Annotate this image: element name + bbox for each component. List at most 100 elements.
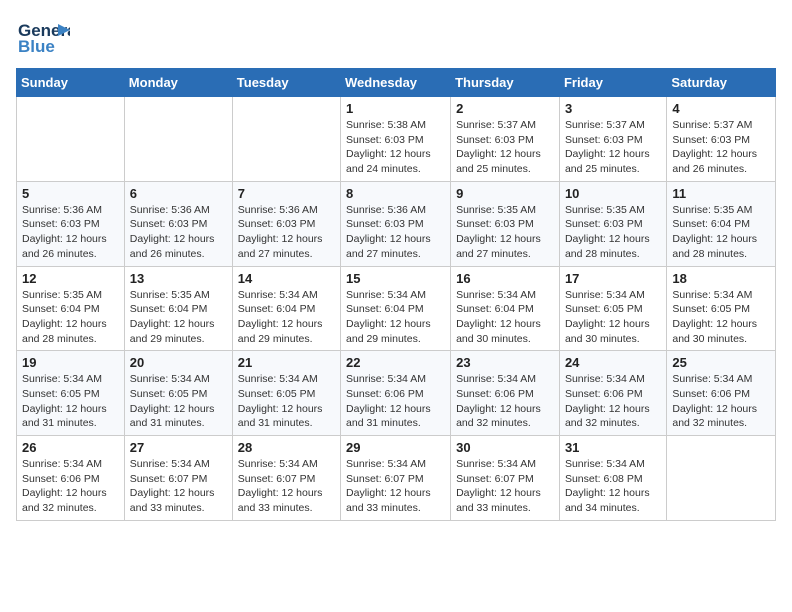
calendar-cell: 15 Sunrise: 5:34 AM Sunset: 6:04 PM Dayli… [341, 266, 451, 351]
day-number: 23 [456, 355, 554, 370]
calendar-cell: 14 Sunrise: 5:34 AM Sunset: 6:04 PM Dayli… [232, 266, 340, 351]
calendar-cell: 20 Sunrise: 5:34 AM Sunset: 6:05 PM Dayli… [124, 351, 232, 436]
day-number: 25 [672, 355, 770, 370]
day-number: 5 [22, 186, 119, 201]
calendar-cell: 16 Sunrise: 5:34 AM Sunset: 6:04 PM Dayli… [451, 266, 560, 351]
calendar-cell: 3 Sunrise: 5:37 AM Sunset: 6:03 PM Daylig… [559, 97, 666, 182]
calendar-cell: 10 Sunrise: 5:35 AM Sunset: 6:03 PM Dayli… [559, 181, 666, 266]
calendar-cell: 4Sunrise: 5:37 AM Sunset: 6:03 PM Daylig… [667, 97, 776, 182]
day-number: 15 [346, 271, 445, 286]
day-number: 9 [456, 186, 554, 201]
day-info: Sunrise: 5:34 AM Sunset: 6:05 PM Dayligh… [22, 372, 119, 431]
day-number: 27 [130, 440, 227, 455]
day-number: 7 [238, 186, 335, 201]
calendar-cell: 22 Sunrise: 5:34 AM Sunset: 6:06 PM Dayli… [341, 351, 451, 436]
day-info: Sunrise: 5:34 AM Sunset: 6:06 PM Dayligh… [346, 372, 445, 431]
calendar-cell: 13 Sunrise: 5:35 AM Sunset: 6:04 PM Dayli… [124, 266, 232, 351]
day-number: 20 [130, 355, 227, 370]
day-number: 4 [672, 101, 770, 116]
day-info: Sunrise: 5:35 AM Sunset: 6:04 PM Dayligh… [672, 203, 770, 262]
calendar-cell: 1Sunrise: 5:38 AM Sunset: 6:03 PM Daylig… [341, 97, 451, 182]
weekday-header-saturday: Saturday [667, 69, 776, 97]
calendar-week-3: 12 Sunrise: 5:35 AM Sunset: 6:04 PM Dayli… [17, 266, 776, 351]
day-number: 2 [456, 101, 554, 116]
day-number: 6 [130, 186, 227, 201]
calendar-cell [124, 97, 232, 182]
day-info: Sunrise: 5:36 AM Sunset: 6:03 PM Dayligh… [130, 203, 227, 262]
day-info: Sunrise: 5:34 AM Sunset: 6:07 PM Dayligh… [456, 457, 554, 516]
day-number: 16 [456, 271, 554, 286]
calendar-cell: 18 Sunrise: 5:34 AM Sunset: 6:05 PM Dayli… [667, 266, 776, 351]
day-info: Sunrise: 5:36 AM Sunset: 6:03 PM Dayligh… [346, 203, 445, 262]
calendar-cell: 28 Sunrise: 5:34 AM Sunset: 6:07 PM Dayli… [232, 436, 340, 521]
day-info: Sunrise: 5:34 AM Sunset: 6:06 PM Dayligh… [672, 372, 770, 431]
day-number: 17 [565, 271, 661, 286]
day-info: Sunrise: 5:38 AM Sunset: 6:03 PM Dayligh… [346, 118, 445, 177]
calendar-cell: 24 Sunrise: 5:34 AM Sunset: 6:06 PM Dayli… [559, 351, 666, 436]
day-number: 22 [346, 355, 445, 370]
day-info: Sunrise: 5:34 AM Sunset: 6:05 PM Dayligh… [130, 372, 227, 431]
calendar-cell [667, 436, 776, 521]
day-info: Sunrise: 5:37 AM Sunset: 6:03 PM Dayligh… [456, 118, 554, 177]
day-number: 28 [238, 440, 335, 455]
logo: General Blue [16, 16, 72, 60]
day-info: Sunrise: 5:34 AM Sunset: 6:05 PM Dayligh… [565, 288, 661, 347]
day-info: Sunrise: 5:34 AM Sunset: 6:05 PM Dayligh… [672, 288, 770, 347]
day-number: 29 [346, 440, 445, 455]
day-info: Sunrise: 5:34 AM Sunset: 6:07 PM Dayligh… [130, 457, 227, 516]
day-number: 31 [565, 440, 661, 455]
calendar-cell: 12Sunrise: 5:35 AM Sunset: 6:04 PM Dayli… [17, 266, 125, 351]
calendar-cell: 29Sunrise: 5:34 AM Sunset: 6:07 PM Dayli… [341, 436, 451, 521]
calendar-cell: 8 Sunrise: 5:36 AM Sunset: 6:03 PM Daylig… [341, 181, 451, 266]
day-number: 24 [565, 355, 661, 370]
day-number: 8 [346, 186, 445, 201]
calendar-cell: 2 Sunrise: 5:37 AM Sunset: 6:03 PM Daylig… [451, 97, 560, 182]
weekday-header-monday: Monday [124, 69, 232, 97]
calendar-table: SundayMondayTuesdayWednesdayThursdayFrid… [16, 68, 776, 521]
day-info: Sunrise: 5:34 AM Sunset: 6:04 PM Dayligh… [238, 288, 335, 347]
calendar-cell: 30 Sunrise: 5:34 AM Sunset: 6:07 PM Dayli… [451, 436, 560, 521]
calendar-cell [17, 97, 125, 182]
day-number: 13 [130, 271, 227, 286]
day-number: 19 [22, 355, 119, 370]
calendar-cell: 19 Sunrise: 5:34 AM Sunset: 6:05 PM Dayli… [17, 351, 125, 436]
svg-text:Blue: Blue [18, 37, 55, 56]
day-number: 11 [672, 186, 770, 201]
day-info: Sunrise: 5:35 AM Sunset: 6:03 PM Dayligh… [456, 203, 554, 262]
day-info: Sunrise: 5:34 AM Sunset: 6:06 PM Dayligh… [456, 372, 554, 431]
day-info: Sunrise: 5:34 AM Sunset: 6:04 PM Dayligh… [456, 288, 554, 347]
weekday-header-thursday: Thursday [451, 69, 560, 97]
day-info: Sunrise: 5:34 AM Sunset: 6:08 PM Dayligh… [565, 457, 661, 516]
weekday-header-tuesday: Tuesday [232, 69, 340, 97]
day-number: 12 [22, 271, 119, 286]
day-info: Sunrise: 5:34 AM Sunset: 6:05 PM Dayligh… [238, 372, 335, 431]
calendar-cell: 7Sunrise: 5:36 AM Sunset: 6:03 PM Daylig… [232, 181, 340, 266]
weekday-header-friday: Friday [559, 69, 666, 97]
calendar-cell: 9 Sunrise: 5:35 AM Sunset: 6:03 PM Daylig… [451, 181, 560, 266]
day-info: Sunrise: 5:34 AM Sunset: 6:07 PM Dayligh… [238, 457, 335, 516]
day-number: 14 [238, 271, 335, 286]
day-number: 30 [456, 440, 554, 455]
day-number: 21 [238, 355, 335, 370]
weekday-header-sunday: Sunday [17, 69, 125, 97]
day-info: Sunrise: 5:37 AM Sunset: 6:03 PM Dayligh… [565, 118, 661, 177]
calendar-cell: 23 Sunrise: 5:34 AM Sunset: 6:06 PM Dayli… [451, 351, 560, 436]
day-info: Sunrise: 5:35 AM Sunset: 6:04 PM Dayligh… [130, 288, 227, 347]
calendar-cell: 5Sunrise: 5:36 AM Sunset: 6:03 PM Daylig… [17, 181, 125, 266]
day-number: 3 [565, 101, 661, 116]
calendar-week-4: 19 Sunrise: 5:34 AM Sunset: 6:05 PM Dayli… [17, 351, 776, 436]
day-number: 18 [672, 271, 770, 286]
calendar-week-1: 1Sunrise: 5:38 AM Sunset: 6:03 PM Daylig… [17, 97, 776, 182]
calendar-cell: 25 Sunrise: 5:34 AM Sunset: 6:06 PM Dayli… [667, 351, 776, 436]
day-info: Sunrise: 5:34 AM Sunset: 6:04 PM Dayligh… [346, 288, 445, 347]
calendar-week-2: 5 Sunrise: 5:36 AM Sunset: 6:03 PM Daylig… [17, 181, 776, 266]
day-number: 10 [565, 186, 661, 201]
calendar-week-5: 26Sunrise: 5:34 AM Sunset: 6:06 PM Dayli… [17, 436, 776, 521]
calendar-cell: 27 Sunrise: 5:34 AM Sunset: 6:07 PM Dayli… [124, 436, 232, 521]
day-info: Sunrise: 5:35 AM Sunset: 6:03 PM Dayligh… [565, 203, 661, 262]
calendar-cell: 6 Sunrise: 5:36 AM Sunset: 6:03 PM Daylig… [124, 181, 232, 266]
weekday-header-wednesday: Wednesday [341, 69, 451, 97]
calendar-cell [232, 97, 340, 182]
day-info: Sunrise: 5:34 AM Sunset: 6:06 PM Dayligh… [565, 372, 661, 431]
day-info: Sunrise: 5:34 AM Sunset: 6:06 PM Dayligh… [22, 457, 119, 516]
